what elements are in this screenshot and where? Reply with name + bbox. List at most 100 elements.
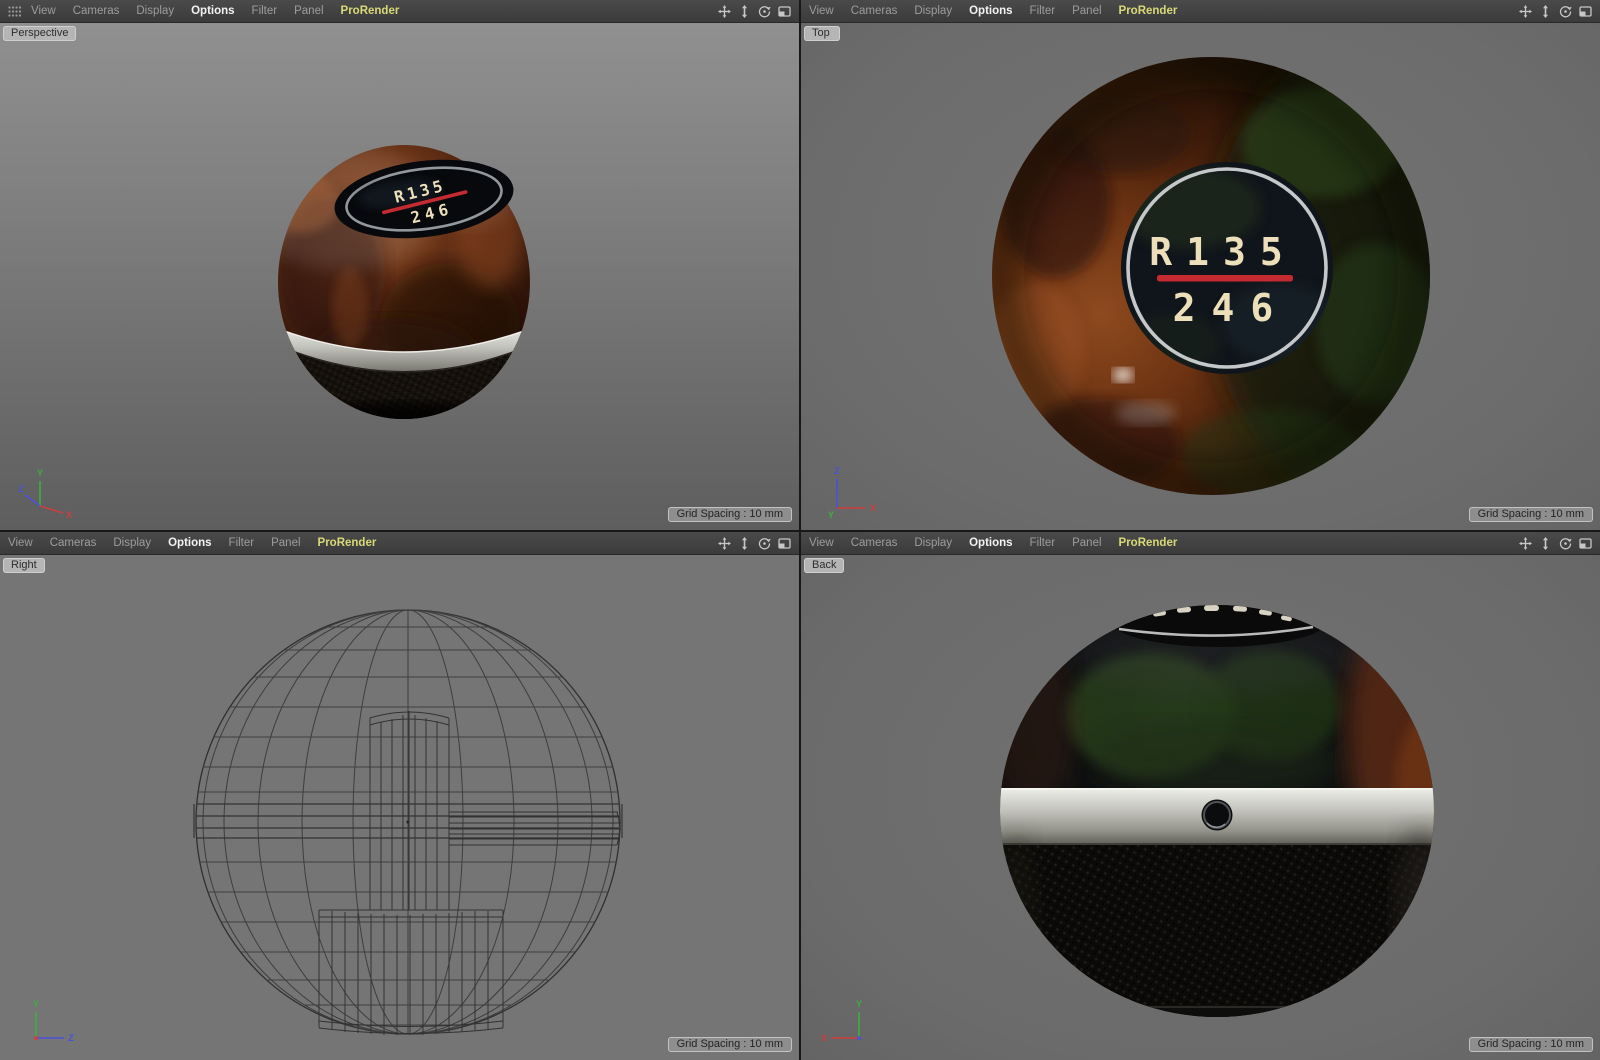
toggle-view-icon[interactable] [778,537,791,550]
menu-filter[interactable]: Filter [1030,537,1056,549]
axis-label-z: Z [834,466,840,476]
gear-knob-render-top: R135 246 [801,23,1600,530]
viewport-menubar: View Cameras Display Options Filter Pane… [0,0,799,23]
menu-display[interactable]: Display [136,5,174,17]
menu-prorender[interactable]: ProRender [341,5,400,17]
viewport-menubar: View Cameras Display Options Filter Pane… [0,532,799,555]
wireframe-base [319,910,503,1035]
grid-spacing-chip: Grid Spacing : 10 mm [1469,1037,1593,1052]
viewport-right: View Cameras Display Options Filter Pane… [0,532,799,1060]
menu-display[interactable]: Display [914,5,952,17]
axis-label-x: X [870,503,876,513]
menu-display[interactable]: Display [914,537,952,549]
viewport-control-icons [718,537,791,550]
wireframe-horizontal-cylinder [449,812,621,845]
viewport-name-chip[interactable]: Right [3,558,45,573]
menu-prorender[interactable]: ProRender [1119,537,1178,549]
gear-knob-render-back [801,555,1600,1060]
menu-panel[interactable]: Panel [1072,5,1101,17]
toggle-view-icon[interactable] [1579,537,1592,550]
pan-icon[interactable] [1519,5,1532,18]
viewport-menubar: View Cameras Display Options Filter Pane… [801,0,1600,23]
toggle-view-icon[interactable] [778,5,791,18]
gear-knob-wireframe [0,555,799,1060]
dolly-zoom-icon[interactable] [1539,537,1552,550]
rotate-icon[interactable] [1559,537,1572,550]
axis-label-y: Y [856,999,862,1009]
pan-icon[interactable] [718,5,731,18]
grid-dots-icon[interactable] [8,6,21,17]
axis-gizmo-back: Y X [815,992,879,1050]
pan-icon[interactable] [1519,537,1532,550]
menu-panel[interactable]: Panel [1072,537,1101,549]
axis-label-z: Z [18,484,24,494]
rotate-icon[interactable] [1559,5,1572,18]
menu-cameras[interactable]: Cameras [50,537,97,549]
axis-label-x: X [66,510,72,520]
axis-label-x: X [821,1033,827,1043]
axis-label-y: Y [828,510,834,520]
menu-cameras[interactable]: Cameras [851,537,898,549]
menu-cameras[interactable]: Cameras [851,5,898,17]
viewport-canvas-perspective[interactable]: R135 246 Perspective Grid Spacing : 10 m… [0,23,799,530]
viewport-canvas-back[interactable]: Back Grid Spacing : 10 mm Y X [801,555,1600,1060]
dolly-zoom-icon[interactable] [738,537,751,550]
grid-spacing-chip: Grid Spacing : 10 mm [1469,507,1593,522]
viewport-menubar: View Cameras Display Options Filter Pane… [801,532,1600,555]
menu-filter[interactable]: Filter [252,5,278,17]
grid-spacing-chip: Grid Spacing : 10 mm [668,1037,792,1052]
menu-options[interactable]: Options [191,5,234,17]
viewport-canvas-right[interactable]: Right Grid Spacing : 10 mm Y Z [0,555,799,1060]
menu-view[interactable]: View [809,537,834,549]
axis-gizmo-right: Y Z [14,992,78,1050]
menu-view[interactable]: View [31,5,56,17]
menu-panel[interactable]: Panel [271,537,300,549]
gear-knob-render-perspective: R135 246 [0,23,799,530]
rotate-icon[interactable] [758,537,771,550]
menu-view[interactable]: View [8,537,33,549]
knob-ball-perspective: R135 246 [250,145,538,439]
knob-ball-top: R135 246 [988,43,1536,503]
menu-filter[interactable]: Filter [229,537,255,549]
viewport-name-chip[interactable]: Top [804,26,840,41]
axis-label-z: Z [68,1033,74,1043]
set-screw-hole [1202,800,1233,831]
viewport-canvas-top[interactable]: R135 246 Top Grid Spacing : 10 mm Z X Y [801,23,1600,530]
menu-options[interactable]: Options [969,537,1012,549]
viewport-control-icons [1519,537,1592,550]
viewport-control-icons [718,5,791,18]
toggle-view-icon[interactable] [1579,5,1592,18]
viewport-name-chip[interactable]: Perspective [3,26,76,41]
menu-panel[interactable]: Panel [294,5,323,17]
menu-options[interactable]: Options [969,5,1012,17]
wireframe-sphere [194,610,622,1034]
menu-prorender[interactable]: ProRender [318,537,377,549]
viewport-control-icons [1519,5,1592,18]
menu-cameras[interactable]: Cameras [73,5,120,17]
menu-prorender[interactable]: ProRender [1119,5,1178,17]
viewport-top: View Cameras Display Options Filter Pane… [801,0,1600,530]
axis-label-y: Y [33,999,39,1009]
grid-spacing-chip: Grid Spacing : 10 mm [668,507,792,522]
dolly-zoom-icon[interactable] [1539,5,1552,18]
viewport-name-chip[interactable]: Back [804,558,844,573]
axis-gizmo-top: Z X Y [815,462,879,520]
shift-pattern-row1: R135 [1149,230,1297,274]
menu-display[interactable]: Display [113,537,151,549]
shift-pattern-row2: 246 [1173,286,1290,330]
menu-filter[interactable]: Filter [1030,5,1056,17]
knob-knurl [1000,845,1434,1060]
shift-pattern-line [1157,275,1293,282]
axis-gizmo-perspective: Y Z X [14,462,78,520]
viewport-perspective: View Cameras Display Options Filter Pane… [0,0,799,530]
knob-ball-back [986,595,1456,1060]
c4d-four-view-layout: { "menu": { "items": [ {"label": "View"}… [0,0,1600,1060]
pan-icon[interactable] [718,537,731,550]
dolly-zoom-icon[interactable] [738,5,751,18]
wireframe-shaft [370,711,449,910]
viewport-back: View Cameras Display Options Filter Pane… [801,532,1600,1060]
menu-options[interactable]: Options [168,537,211,549]
rotate-icon[interactable] [758,5,771,18]
axis-label-y: Y [37,468,43,478]
menu-view[interactable]: View [809,5,834,17]
